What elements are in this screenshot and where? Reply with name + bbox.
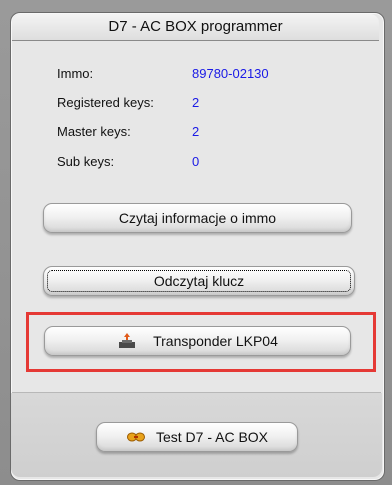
transponder-chip-icon [117, 333, 137, 349]
sub-keys-value: 0 [192, 154, 200, 169]
immo-value: 89780-02130 [192, 66, 269, 81]
read-key-button[interactable]: Odczytaj klucz [43, 266, 355, 296]
test-box-button[interactable]: Test D7 - AC BOX [96, 422, 298, 452]
panel-title: D7 - AC BOX programmer [12, 14, 379, 41]
transponder-button[interactable]: Transponder LKP04 [44, 326, 351, 356]
read-immo-button[interactable]: Czytaj informacje o immo [43, 203, 352, 233]
sub-keys-label: Sub keys: [57, 154, 115, 169]
box-connector-icon [126, 431, 146, 443]
master-keys-label: Master keys: [57, 124, 131, 139]
read-immo-label: Czytaj informacje o immo [118, 210, 277, 226]
registered-keys-value: 2 [192, 95, 200, 110]
read-key-label: Odczytaj klucz [153, 273, 245, 289]
immo-label: Immo: [57, 66, 94, 81]
test-box-label: Test D7 - AC BOX [155, 429, 269, 445]
registered-keys-label: Registered keys: [57, 95, 154, 110]
transponder-label: Transponder LKP04 [153, 333, 278, 349]
master-keys-value: 2 [192, 124, 200, 139]
